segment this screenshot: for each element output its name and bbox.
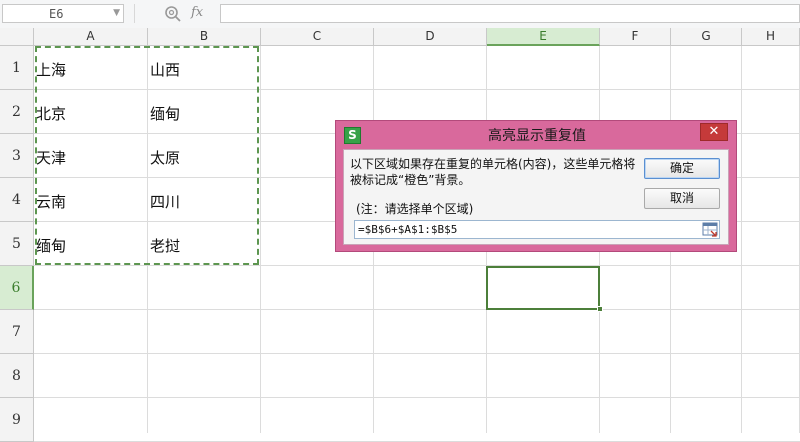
row-header-4[interactable]: 4 xyxy=(0,178,34,222)
dialog-title: 高亮显示重复值 xyxy=(488,128,586,144)
gridline-horizontal xyxy=(34,397,800,398)
column-header-e[interactable]: E xyxy=(487,28,600,46)
gridline-horizontal xyxy=(34,353,800,354)
zoom-icon[interactable] xyxy=(163,4,183,24)
gridline-vertical xyxy=(260,46,261,433)
column-header-h[interactable]: H xyxy=(742,28,800,46)
dialog-body: 以下区域如果存在重复的单元格(内容)，这些单元格将被标记成“橙色”背景。 确定 … xyxy=(343,149,729,245)
range-input-value: =$B$6+$A$1:$B$5 xyxy=(358,223,458,236)
gridline-horizontal xyxy=(34,265,800,266)
gridline-horizontal xyxy=(34,309,800,310)
column-header-a[interactable]: A xyxy=(34,28,148,46)
formula-bar-divider xyxy=(134,4,135,23)
column-header-g[interactable]: G xyxy=(671,28,742,46)
highlight-duplicates-dialog: S 高亮显示重复值 ✕ 以下区域如果存在重复的单元格(内容)，这些单元格将被标记… xyxy=(335,120,737,252)
range-picker-icon[interactable] xyxy=(702,222,718,237)
column-header-c[interactable]: C xyxy=(261,28,374,46)
close-icon[interactable]: ✕ xyxy=(700,123,728,141)
name-box-value: E6 xyxy=(49,7,64,21)
fill-handle[interactable] xyxy=(597,306,603,312)
row-header-1[interactable]: 1 xyxy=(0,46,34,90)
selection-marquee xyxy=(35,46,259,265)
column-header-b[interactable]: B xyxy=(148,28,261,46)
row-header-7[interactable]: 7 xyxy=(0,310,34,354)
row-header-6[interactable]: 6 xyxy=(0,266,34,310)
formula-bar: E6 ▼ fx xyxy=(0,0,800,29)
formula-input[interactable] xyxy=(220,4,800,23)
dialog-message: 以下区域如果存在重复的单元格(内容)，这些单元格将被标记成“橙色”背景。 xyxy=(350,157,636,187)
row-header-2[interactable]: 2 xyxy=(0,90,34,134)
gridline-vertical xyxy=(741,46,742,433)
select-all-corner[interactable] xyxy=(0,28,34,46)
chevron-down-icon[interactable]: ▼ xyxy=(113,8,120,18)
range-input[interactable]: =$B$6+$A$1:$B$5 xyxy=(354,220,720,239)
active-cell-e6[interactable] xyxy=(486,266,600,310)
function-icon[interactable]: fx xyxy=(191,5,203,20)
cancel-button[interactable]: 取消 xyxy=(644,188,720,209)
column-header-d[interactable]: D xyxy=(374,28,487,46)
name-box[interactable]: E6 ▼ xyxy=(2,4,124,23)
column-header-f[interactable]: F xyxy=(600,28,671,46)
row-header-8[interactable]: 8 xyxy=(0,354,34,398)
row-header-5[interactable]: 5 xyxy=(0,222,34,266)
ok-button[interactable]: 确定 xyxy=(644,158,720,179)
dialog-note: (注：请选择单个区域) xyxy=(356,202,474,216)
row-header-3[interactable]: 3 xyxy=(0,134,34,178)
row-header-9[interactable]: 9 xyxy=(0,398,34,442)
